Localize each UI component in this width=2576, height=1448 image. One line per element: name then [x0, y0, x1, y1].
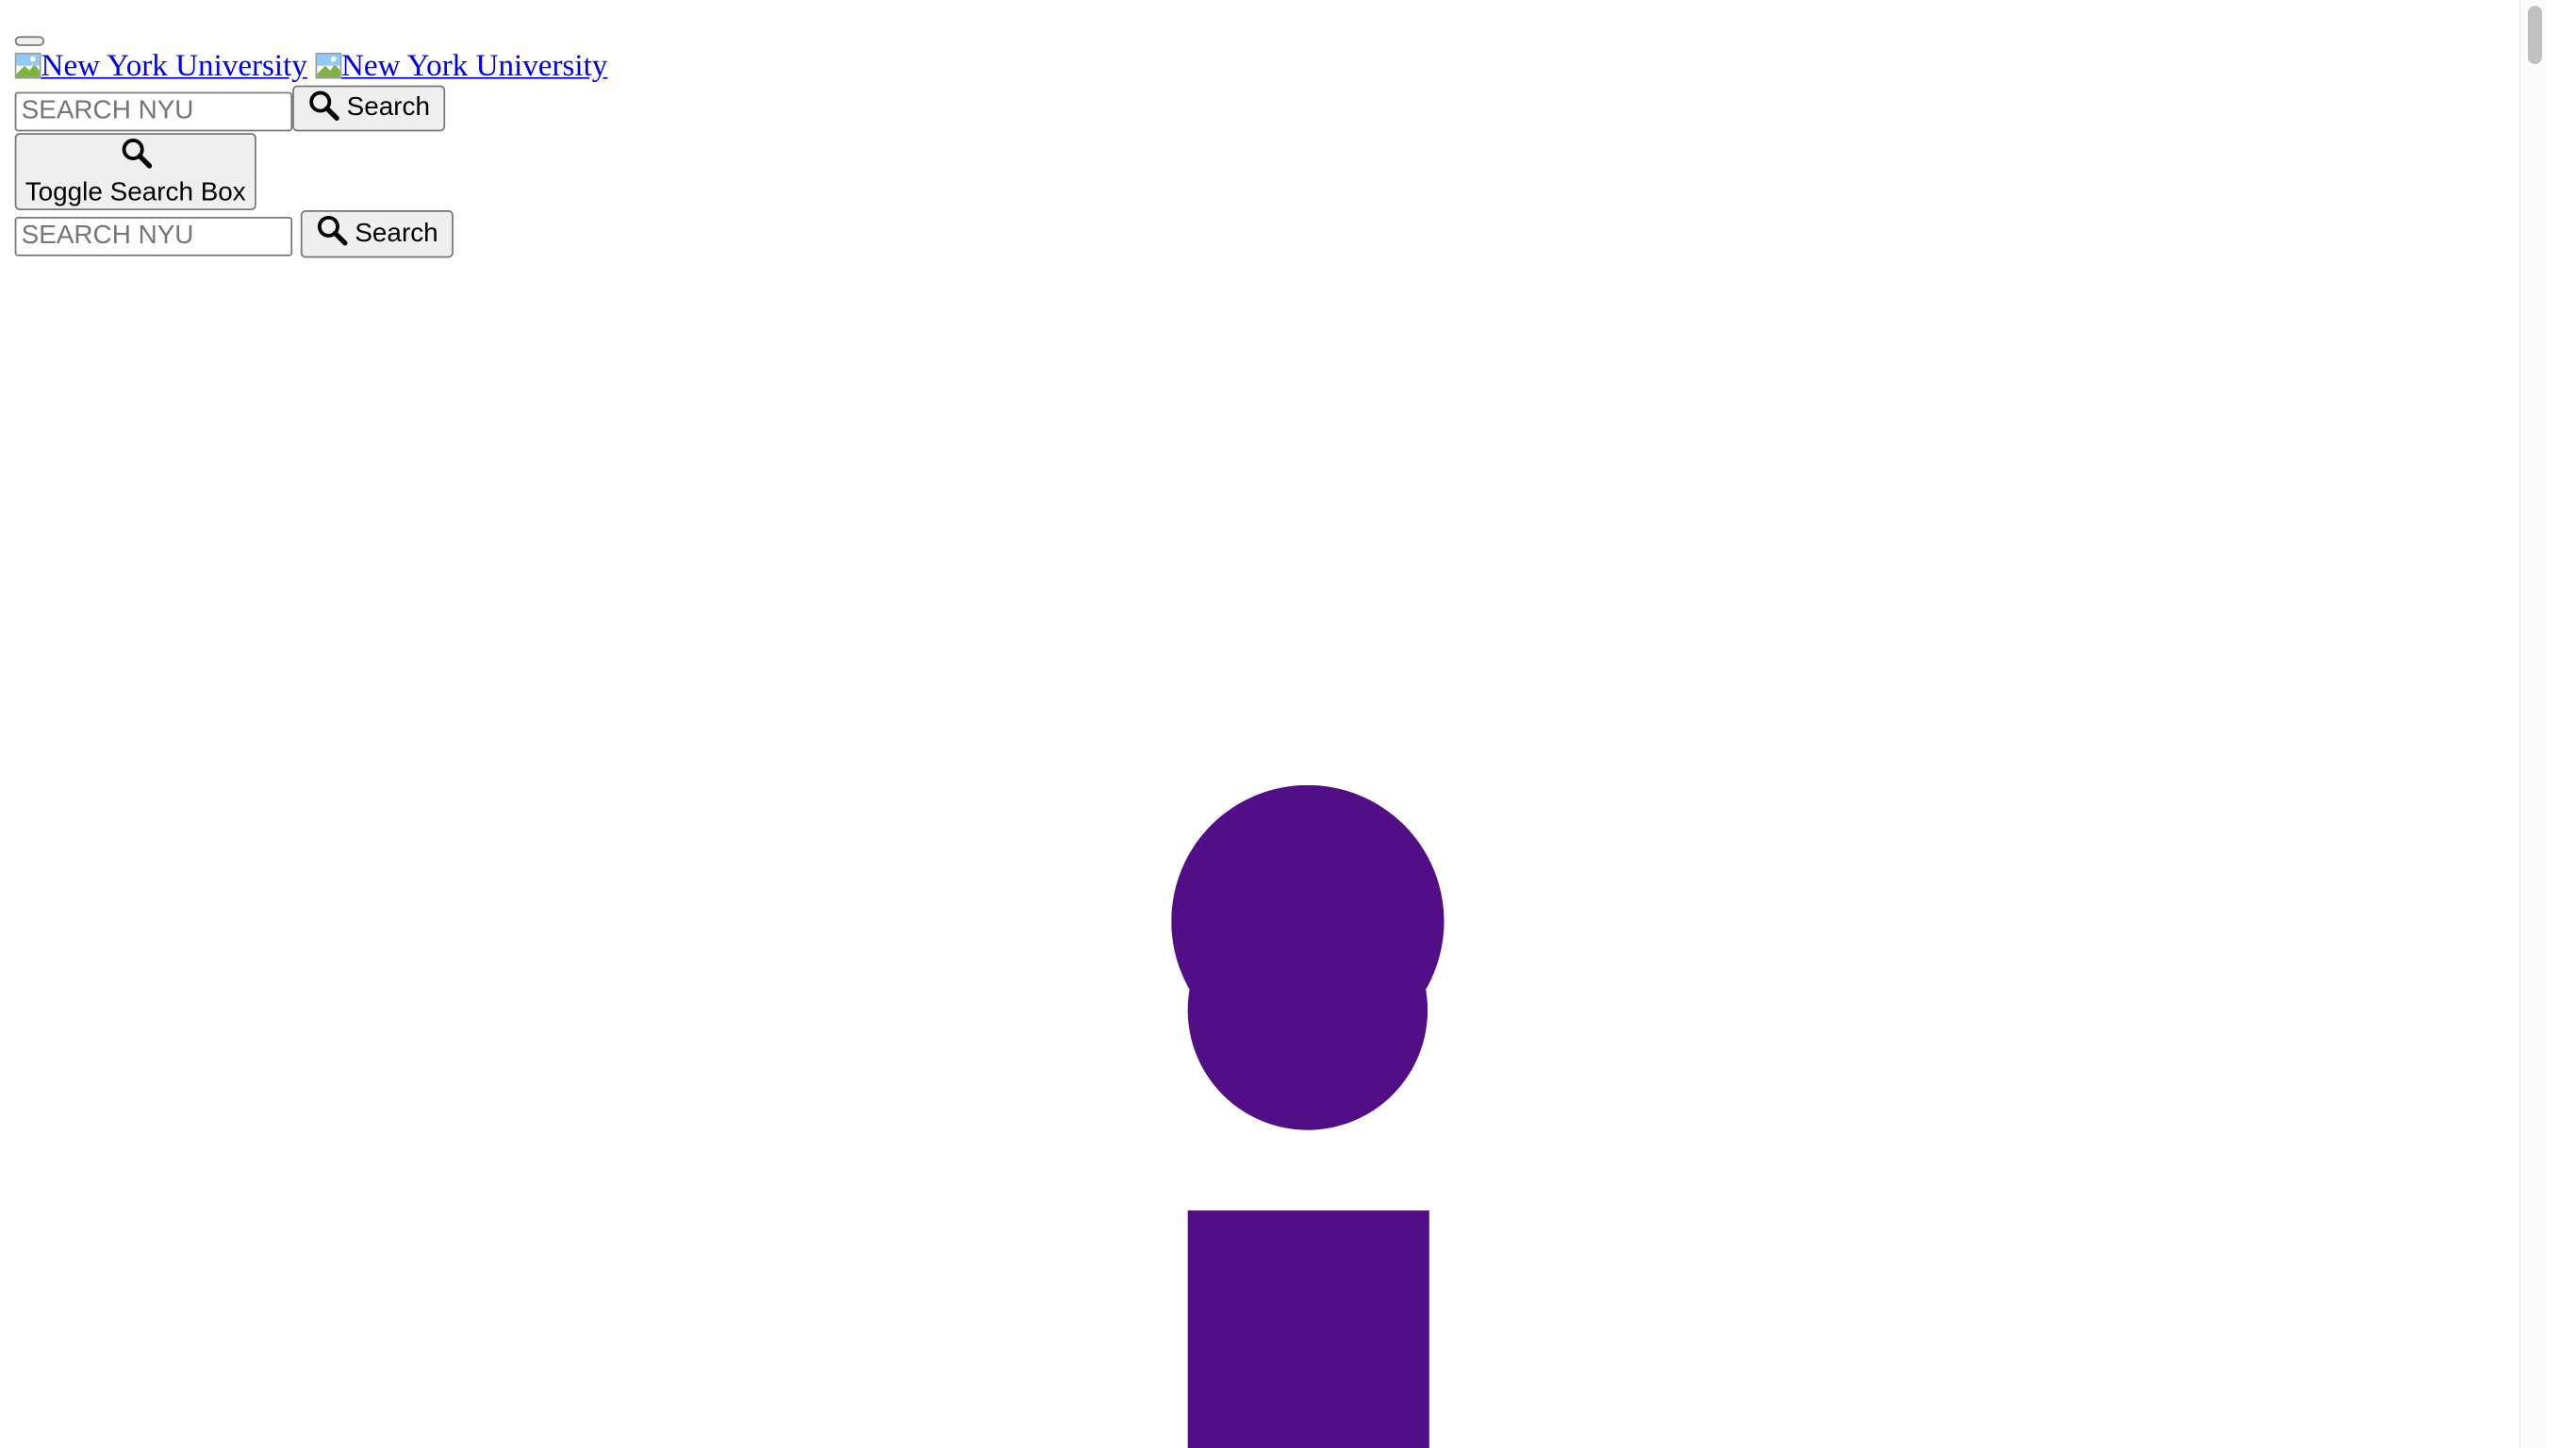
search-icon — [307, 88, 340, 129]
torch-flame-bottom — [1187, 890, 1428, 1130]
search-form-secondary: Search — [14, 210, 454, 258]
logo-row: New York University New York University — [14, 49, 607, 85]
page-content: New York University New York University … — [0, 0, 2547, 1448]
logo-link-secondary[interactable]: New York University — [315, 49, 607, 84]
logo-alt-text-1: New York University — [41, 49, 307, 84]
broken-image-icon — [315, 52, 342, 79]
nyu-torch-logo — [1171, 784, 1447, 1448]
menu-button[interactable] — [14, 36, 45, 46]
vertical-scrollbar[interactable] — [2519, 0, 2548, 1448]
search-input-secondary[interactable] — [14, 216, 293, 256]
search-input-primary[interactable] — [14, 91, 293, 132]
toggle-search-box-button[interactable]: Toggle Search Box — [14, 133, 256, 211]
search-icon — [316, 213, 349, 255]
toggle-search-box-label: Toggle Search Box — [25, 178, 246, 206]
search-button-primary[interactable]: Search — [292, 85, 445, 132]
logo-alt-text-2: New York University — [341, 49, 608, 84]
scrollbar-thumb[interactable] — [2528, 6, 2542, 64]
search-icon — [119, 136, 152, 177]
search-button-secondary[interactable]: Search — [300, 210, 454, 258]
search-button-label: Search — [355, 219, 438, 248]
search-form-primary: Search — [14, 85, 445, 132]
torch-handle — [1187, 1210, 1429, 1448]
broken-image-icon — [14, 52, 41, 79]
page: New York University New York University … — [0, 0, 2548, 1448]
search-button-label: Search — [346, 93, 430, 122]
logo-link-primary[interactable]: New York University — [14, 49, 307, 84]
